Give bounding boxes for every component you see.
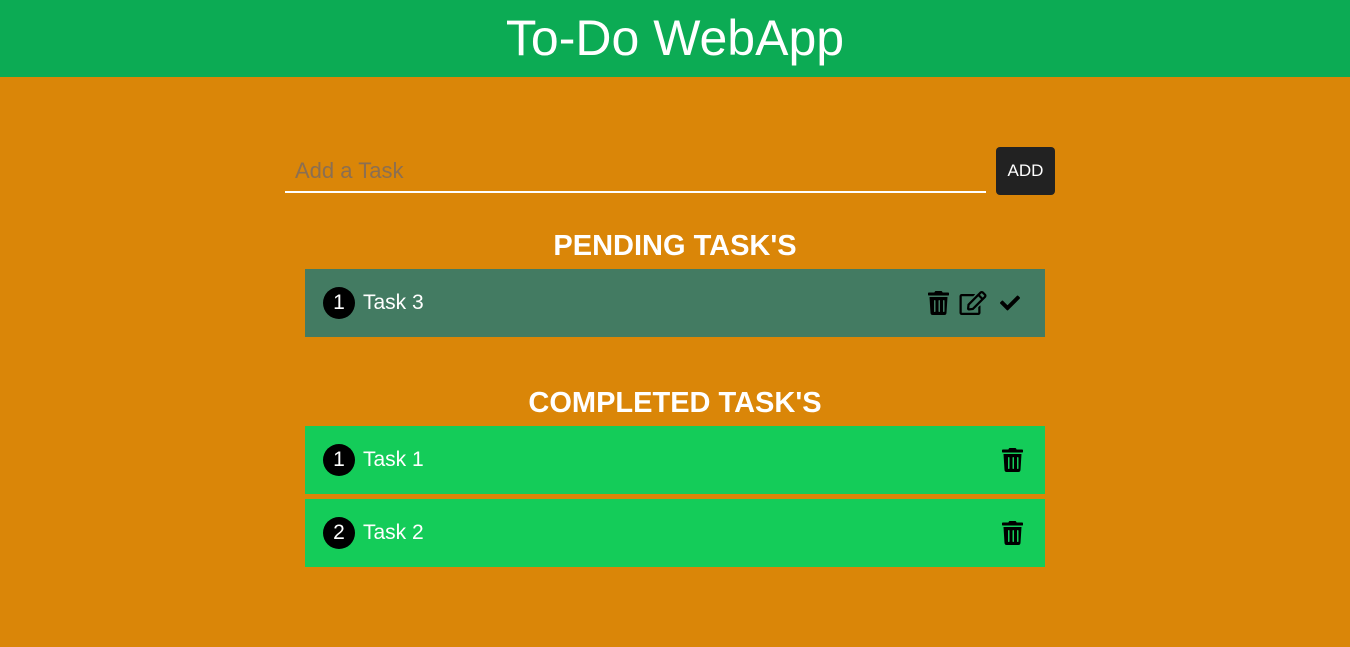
trash-icon[interactable] <box>1002 448 1023 472</box>
task-actions <box>1002 448 1045 472</box>
check-icon[interactable] <box>997 293 1023 313</box>
add-task-input[interactable] <box>285 150 986 193</box>
app-title: To-Do WebApp <box>505 9 845 66</box>
task-actions <box>1002 521 1045 545</box>
task-text: Task 2 <box>363 521 424 544</box>
task-actions <box>918 291 1045 315</box>
task-number-badge: 1 <box>323 287 355 319</box>
task-text: Task 1 <box>363 448 424 471</box>
task-number-badge: 2 <box>323 517 355 549</box>
task-number-badge: 1 <box>323 444 355 476</box>
app-header: To-Do WebApp <box>0 0 1350 77</box>
trash-icon[interactable] <box>1002 521 1023 545</box>
edit-icon[interactable] <box>959 291 987 315</box>
completed-task-row: 2 Task 2 <box>305 499 1045 567</box>
trash-icon[interactable] <box>928 291 949 315</box>
pending-task-row: 1 Task 3 <box>305 269 1045 337</box>
completed-task-row: 1 Task 1 <box>305 426 1045 494</box>
add-button[interactable]: ADD <box>996 147 1055 195</box>
pending-section-title: PENDING TASK'S <box>553 230 797 262</box>
task-text: Task 3 <box>363 291 424 314</box>
completed-section-title: COMPLETED TASK'S <box>528 387 822 419</box>
